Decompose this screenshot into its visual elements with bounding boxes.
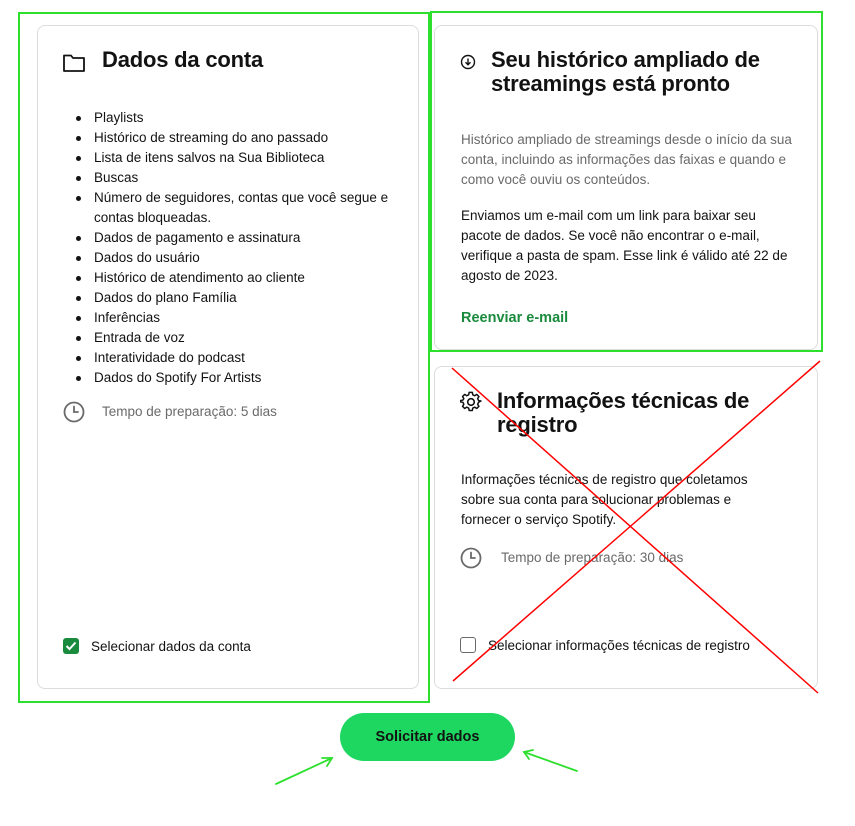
list-item: Inferências <box>76 308 394 328</box>
list-item: Número de seguidores, contas que você se… <box>76 188 394 228</box>
account-checkbox-label: Selecionar dados da conta <box>91 638 251 654</box>
technical-checkbox-label: Selecionar informações técnicas de regis… <box>488 637 750 653</box>
account-card-title: Dados da conta <box>102 47 264 72</box>
list-item: Dados do Spotify For Artists <box>76 368 394 388</box>
folder-icon <box>62 52 86 79</box>
extended-card-title: Seu histórico ampliado de streamings est… <box>491 47 760 96</box>
account-data-checkbox[interactable]: Selecionar dados da conta <box>63 638 251 654</box>
account-data-card: Dados da conta Playlists Histórico de st… <box>37 25 419 689</box>
technical-log-card: Informações técnicas de registro Informa… <box>434 366 818 689</box>
technical-card-description: Informações técnicas de registro que col… <box>461 472 748 527</box>
list-item: Histórico de streaming do ano passado <box>76 128 394 148</box>
list-item: Entrada de voz <box>76 328 394 348</box>
list-item: Buscas <box>76 168 394 188</box>
list-item: Dados do usuário <box>76 248 394 268</box>
checkbox-checked-icon[interactable] <box>63 638 79 654</box>
checkbox-unchecked-icon[interactable] <box>460 637 476 653</box>
extended-history-card: Seu histórico ampliado de streamings est… <box>434 25 818 350</box>
list-item: Interatividade do podcast <box>76 348 394 368</box>
list-item: Histórico de atendimento ao cliente <box>76 268 394 288</box>
download-circle-icon <box>460 54 476 75</box>
list-item: Playlists <box>76 108 394 128</box>
list-item: Dados do plano Família <box>76 288 394 308</box>
extended-card-notice: Enviamos um e-mail com um link para baix… <box>461 208 788 283</box>
annotation-arrow <box>522 749 578 772</box>
account-prep-time: Tempo de preparação: 5 dias <box>102 404 277 419</box>
technical-prep-time: Tempo de preparação: 30 dias <box>501 550 684 565</box>
request-data-button[interactable]: Solicitar dados <box>340 713 515 761</box>
list-item: Dados de pagamento e assinatura <box>76 228 394 248</box>
clock-icon <box>460 547 482 574</box>
clock-icon <box>63 401 85 428</box>
gear-icon <box>459 391 482 418</box>
resend-email-link[interactable]: Reenviar e-mail <box>461 310 568 326</box>
technical-card-title: Informações técnicas de registro <box>497 388 750 437</box>
technical-log-checkbox[interactable]: Selecionar informações técnicas de regis… <box>460 637 750 653</box>
extended-card-description: Histórico ampliado de streamings desde o… <box>461 132 792 187</box>
annotation-arrow <box>275 757 334 785</box>
list-item: Lista de itens salvos na Sua Biblioteca <box>76 148 394 168</box>
account-data-list: Playlists Histórico de streaming do ano … <box>76 108 394 388</box>
